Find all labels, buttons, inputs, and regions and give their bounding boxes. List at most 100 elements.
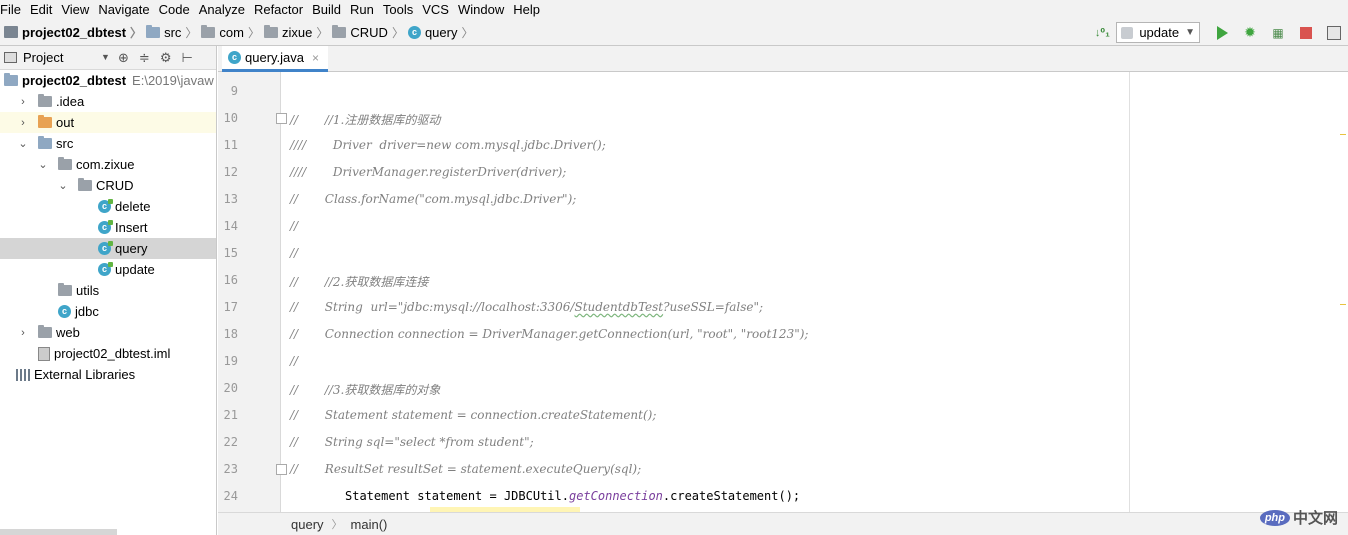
horizontal-scrollbar[interactable] xyxy=(0,529,117,535)
debug-button[interactable]: ✹ xyxy=(1242,24,1258,41)
sort-icon[interactable]: ↓⁰₁ xyxy=(1094,25,1110,41)
code-line[interactable]: //// Driver driver=new com.mysql.jdbc.Dr… xyxy=(290,138,606,152)
menu-refactor[interactable]: Refactor xyxy=(250,0,308,19)
tree-item-project02-dbtest[interactable]: ⌄project02_dbtestE:\2019\javaw xyxy=(0,70,216,91)
locate-icon[interactable]: ⊕ xyxy=(118,50,129,66)
tree-item-com-zixue[interactable]: ⌄ com.zixue xyxy=(0,154,216,175)
menu-run[interactable]: Run xyxy=(346,0,379,19)
tree-item-project02-dbtest-iml[interactable]: project02_dbtest.iml xyxy=(0,343,216,364)
breadcrumb-class[interactable]: query xyxy=(291,517,324,532)
chevron-down-icon[interactable]: ⌄ xyxy=(58,179,68,192)
nav-crumb-zixue[interactable]: zixue 〉 xyxy=(260,24,328,41)
stop-button[interactable] xyxy=(1298,25,1314,41)
tree-item-update[interactable]: c update xyxy=(0,259,216,280)
menu-build[interactable]: Build xyxy=(308,0,346,19)
menu-file[interactable]: File xyxy=(0,0,26,19)
package-icon xyxy=(332,24,347,38)
menu-help[interactable]: Help xyxy=(509,0,545,19)
nav-crumb-src[interactable]: src 〉 xyxy=(142,24,197,41)
code-line[interactable]: //// DriverManager.registerDriver(driver… xyxy=(290,165,566,179)
line-number: 24 xyxy=(223,489,238,503)
nav-crumb-query[interactable]: c query 〉 xyxy=(404,24,474,41)
tree-item-label: project02_dbtest.iml xyxy=(54,346,171,361)
run-button[interactable] xyxy=(1214,25,1230,41)
warning-marker[interactable] xyxy=(1340,134,1346,135)
code-editor[interactable]: 9 10 // //1.注册数据库的驱动 11 //// Driver driver=n… xyxy=(218,72,1348,512)
tree-item-delete[interactable]: c delete xyxy=(0,196,216,217)
coverage-button[interactable]: ▦ xyxy=(1270,25,1286,41)
line-number: 13 xyxy=(223,192,238,206)
project-panel-header: Project ▼ ⊕ ≑ ⚙ ⊢ xyxy=(0,46,216,70)
code-line[interactable]: Statement statement = JDBCUtil.getConnec… xyxy=(345,489,800,503)
project-panel-title[interactable]: Project xyxy=(23,50,63,65)
line-number: 19 xyxy=(223,354,238,368)
menu-tools[interactable]: Tools xyxy=(379,0,418,19)
collapse-all-icon[interactable]: ≑ xyxy=(139,50,150,66)
code-line[interactable]: // xyxy=(290,354,298,368)
menu-analyze[interactable]: Analyze xyxy=(195,0,250,19)
code-line[interactable]: // //1.注册数据库的驱动 xyxy=(290,111,440,128)
line-number: 14 xyxy=(223,219,238,233)
close-icon[interactable]: × xyxy=(312,51,319,65)
tree-item-label: update xyxy=(115,262,155,277)
code-line[interactable]: // Connection connection = DriverManager… xyxy=(290,327,808,341)
line-number: 21 xyxy=(223,408,238,422)
chevron-right-icon[interactable]: › xyxy=(18,117,28,129)
menu-navigate[interactable]: Navigate xyxy=(94,0,154,19)
tree-item-jdbc[interactable]: c jdbc xyxy=(0,301,216,322)
nav-crumb-crud[interactable]: CRUD 〉 xyxy=(328,24,404,41)
tab-query-java[interactable]: c query.java × xyxy=(222,46,328,72)
chevron-down-icon[interactable]: ⌄ xyxy=(38,158,48,171)
nav-crumb-com[interactable]: com 〉 xyxy=(197,24,260,41)
menu-edit[interactable]: Edit xyxy=(26,0,57,19)
navigation-bar: project02_dbtest 〉 src 〉 com 〉 zixue 〉 CRUD 〉… xyxy=(0,19,1348,46)
source-folder-icon xyxy=(38,136,52,149)
menu-code[interactable]: Code xyxy=(155,0,195,19)
tree-item-src[interactable]: ⌄ src xyxy=(0,133,216,154)
warning-marker[interactable] xyxy=(1340,304,1346,305)
chevron-down-icon[interactable]: ⌄ xyxy=(18,137,28,150)
code-line[interactable]: // xyxy=(290,219,298,233)
tree-item-web[interactable]: › web xyxy=(0,322,216,343)
line-number: 9 xyxy=(230,84,238,98)
fold-marker-icon[interactable] xyxy=(276,464,287,475)
chevron-right-icon[interactable]: › xyxy=(18,96,28,108)
fold-marker-icon[interactable] xyxy=(276,113,287,124)
line-number: 22 xyxy=(223,435,238,449)
nav-crumb-project[interactable]: project02_dbtest 〉 xyxy=(0,24,142,41)
watermark-text: 中文网 xyxy=(1292,510,1338,527)
tree-item-label: com.zixue xyxy=(76,157,135,172)
menu-vcs[interactable]: VCS xyxy=(418,0,454,19)
tree-item-label: out xyxy=(56,115,75,130)
tree-item-query[interactable]: c query xyxy=(0,238,216,259)
tree-item-crud[interactable]: ⌄ CRUD xyxy=(0,175,216,196)
code-line[interactable]: // Class.forName("com.mysql.jdbc.Driver"… xyxy=(290,192,576,206)
code-line[interactable]: // //3.获取数据库的对象 xyxy=(290,381,440,398)
editor-tab-bar: c query.java × xyxy=(218,46,1348,72)
tree-item-utils[interactable]: ›utils xyxy=(0,280,216,301)
code-line[interactable]: // Statement statement = connection.crea… xyxy=(290,408,656,422)
code-line[interactable]: // xyxy=(290,246,298,260)
project-structure-button[interactable] xyxy=(1326,25,1342,41)
tree-item--idea[interactable]: › .idea xyxy=(0,91,216,112)
line-number: 11 xyxy=(223,138,238,152)
menu-window[interactable]: Window xyxy=(454,0,509,19)
breadcrumb-method[interactable]: main() xyxy=(351,517,388,532)
chevron-right-icon[interactable]: › xyxy=(18,327,28,339)
project-panel: Project ▼ ⊕ ≑ ⚙ ⊢ ⌄ project02_dbtest E:\20… xyxy=(0,46,217,535)
code-line[interactable]: // String sql="select *from student"; xyxy=(290,435,534,449)
gear-icon[interactable]: ⚙ xyxy=(160,50,172,66)
tree-item-out[interactable]: › out xyxy=(0,112,216,133)
code-line[interactable]: // String url="jdbc:mysql://localhost:33… xyxy=(290,300,763,314)
hide-icon[interactable]: ⊢ xyxy=(181,50,192,66)
tree-item-label: External Libraries xyxy=(34,367,136,382)
watermark-badge: php xyxy=(1259,509,1290,526)
chevron-down-icon[interactable]: ▼ xyxy=(101,52,110,62)
menu-view[interactable]: View xyxy=(57,0,94,19)
editor-breadcrumb: query 〉 main() xyxy=(218,512,1348,535)
tree-item-insert[interactable]: c Insert xyxy=(0,217,216,238)
code-line[interactable]: // //2.获取数据库连接 xyxy=(290,273,428,290)
code-line[interactable]: // ResultSet resultSet = statement.execu… xyxy=(290,462,641,476)
run-configuration-select[interactable]: update ▼ xyxy=(1116,22,1200,43)
tree-item-external-libraries[interactable]: External Libraries xyxy=(0,364,216,385)
